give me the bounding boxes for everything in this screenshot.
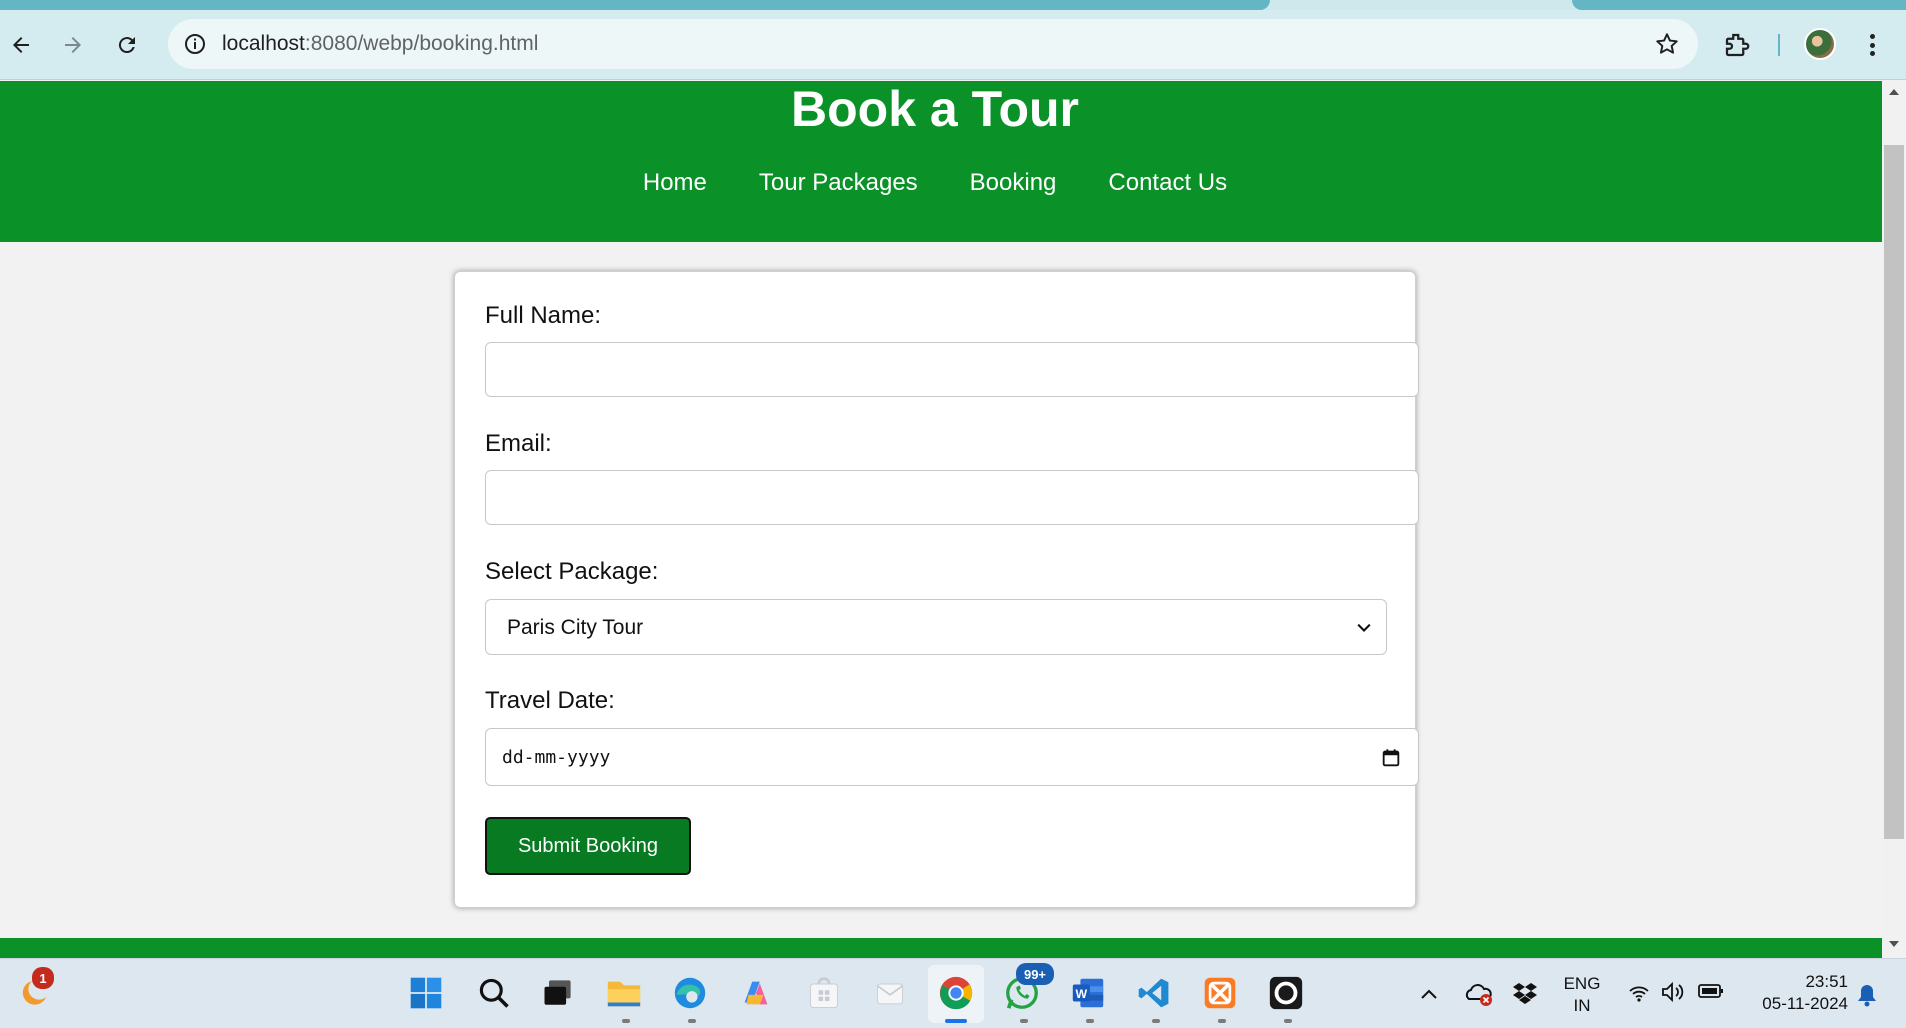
language-code: ENG: [1563, 974, 1601, 993]
page-title: Book a Tour: [791, 81, 1079, 137]
nav-contact-us-link[interactable]: Contact Us: [1108, 169, 1227, 197]
language-indicator[interactable]: ENG IN: [1562, 973, 1602, 1017]
svg-text:W: W: [1076, 987, 1088, 1001]
clock-time: 23:51: [1805, 972, 1848, 991]
outlook-icon[interactable]: [868, 971, 912, 1015]
whatsapp-badge: 99+: [1016, 963, 1054, 985]
back-button[interactable]: [0, 24, 42, 66]
wifi-icon[interactable]: [1628, 983, 1650, 1003]
active-tab[interactable]: [0, 0, 1270, 10]
travel-date-input[interactable]: dd-mm-yyyy: [485, 728, 1419, 786]
scroll-up-arrow-icon[interactable]: [1888, 87, 1900, 97]
start-windows-icon[interactable]: [404, 971, 448, 1015]
package-label: Select Package:: [485, 558, 659, 585]
toolbar-divider: [1778, 34, 1780, 56]
site-footer: [0, 938, 1882, 958]
page-scrollbar[interactable]: [1882, 81, 1906, 958]
site-header: Book a Tour Home Tour Packages Booking C…: [0, 81, 1882, 242]
chevron-down-icon: [1357, 623, 1371, 632]
scroll-down-arrow-icon[interactable]: [1888, 939, 1900, 949]
page-viewport: Book a Tour Home Tour Packages Booking C…: [0, 81, 1882, 958]
forward-button[interactable]: [52, 24, 94, 66]
scrollbar-thumb[interactable]: [1884, 145, 1904, 839]
nav-tour-packages-link[interactable]: Tour Packages: [759, 169, 918, 197]
running-indicator: [1020, 1019, 1028, 1023]
chrome-icon[interactable]: [934, 971, 978, 1015]
search-icon[interactable]: [472, 971, 516, 1015]
site-info-icon[interactable]: [180, 29, 210, 59]
clock-date: 05-11-2024: [1762, 994, 1848, 1013]
url-path: :8080/webp/booking.html: [304, 32, 539, 55]
dropbox-icon[interactable]: [1512, 981, 1538, 1005]
full-name-input[interactable]: [485, 342, 1419, 397]
file-explorer-icon[interactable]: [602, 971, 646, 1015]
nav-home-link[interactable]: Home: [643, 169, 707, 197]
xampp-icon[interactable]: [1198, 971, 1242, 1015]
package-selected-value: Paris City Tour: [507, 616, 644, 639]
profile-avatar[interactable]: [1804, 28, 1836, 60]
tray-overflow-chevron-up-icon[interactable]: [1420, 987, 1438, 1001]
tab[interactable]: [1572, 0, 1906, 10]
copilot-icon[interactable]: [734, 971, 778, 1015]
running-indicator: [1086, 1019, 1094, 1023]
submit-booking-button[interactable]: Submit Booking: [485, 817, 691, 875]
back-arrow-icon: [13, 37, 29, 53]
extensions-puzzle-icon[interactable]: [1722, 30, 1752, 60]
language-region: IN: [1573, 996, 1591, 1015]
running-indicator: [1218, 1019, 1226, 1023]
widgets-badge: 1: [32, 967, 54, 989]
clock[interactable]: 23:51 05-11-2024: [1742, 971, 1848, 1015]
url-text[interactable]: localhost:8080/webp/booking.html: [222, 32, 538, 56]
settings-gear-icon[interactable]: [1264, 971, 1308, 1015]
microsoft-store-icon[interactable]: [802, 971, 846, 1015]
running-indicator: [688, 1019, 696, 1023]
running-indicator: [1152, 1019, 1160, 1023]
nav-booking-link[interactable]: Booking: [970, 169, 1057, 197]
battery-icon[interactable]: [1698, 983, 1724, 999]
volume-icon[interactable]: [1660, 981, 1686, 1003]
booking-form: Full Name: Email: Select Package: Paris …: [454, 271, 1419, 908]
reload-icon: [118, 37, 135, 54]
browser-menu-button[interactable]: [1862, 30, 1882, 60]
browser-toolbar: localhost:8080/webp/booking.html: [0, 10, 1906, 80]
url-host: localhost: [222, 32, 305, 55]
notification-bell-icon[interactable]: [1856, 983, 1878, 1007]
windows-taskbar: 1 99+ W ENG IN 23:51 05-11-2024: [0, 958, 1906, 1028]
running-indicator: [1284, 1019, 1292, 1023]
onedrive-error-icon[interactable]: [1464, 981, 1494, 1007]
address-bar[interactable]: localhost:8080/webp/booking.html: [168, 19, 1698, 69]
calendar-icon[interactable]: [1380, 747, 1402, 769]
tab-strip: [0, 0, 1906, 10]
forward-arrow-icon: [65, 37, 81, 53]
edge-browser-icon[interactable]: [668, 971, 712, 1015]
package-select[interactable]: Paris City Tour: [485, 599, 1387, 655]
running-indicator: [622, 1019, 630, 1023]
email-input[interactable]: [485, 470, 1419, 525]
active-app-indicator: [945, 1019, 967, 1023]
task-view-icon[interactable]: [536, 971, 580, 1015]
date-placeholder: dd-mm-yyyy: [502, 747, 611, 768]
reload-button[interactable]: [106, 24, 148, 66]
word-icon[interactable]: W: [1066, 971, 1110, 1015]
vscode-icon[interactable]: [1132, 971, 1176, 1015]
main-nav: Home Tour Packages Booking Contact Us: [0, 169, 1870, 197]
email-label: Email:: [485, 430, 552, 457]
bookmark-star-icon[interactable]: [1654, 31, 1680, 57]
full-name-label: Full Name:: [485, 302, 602, 329]
travel-date-label: Travel Date:: [485, 687, 615, 714]
